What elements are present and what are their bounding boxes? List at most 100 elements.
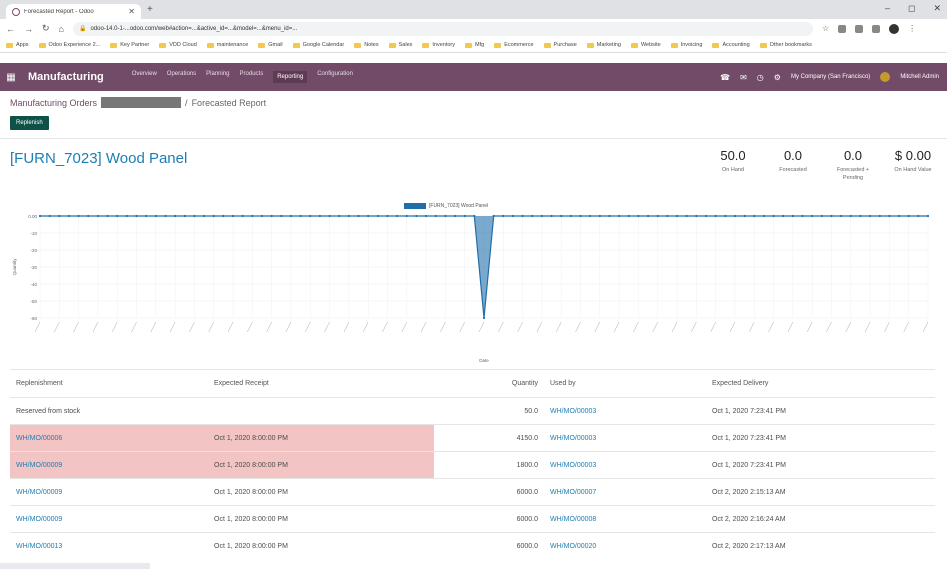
back-icon[interactable]: ←	[6, 24, 15, 34]
bookmark-label: Key Partner	[120, 42, 150, 48]
kpi-item[interactable]: 0.0 Forecasted + Pending	[831, 148, 875, 182]
menu-item-configuration[interactable]: Configuration	[317, 71, 353, 83]
kpi-item[interactable]: 0.0 Forecasted	[771, 148, 815, 182]
cell-used-by[interactable]: WH/MO/00007	[544, 478, 706, 506]
bookmark-item[interactable]: Odoo Experience 2...	[38, 42, 100, 48]
cell-used-by[interactable]: WH/MO/00008	[544, 505, 706, 533]
cell-replenishment[interactable]: WH/MO/00009	[10, 478, 208, 506]
chat-icon[interactable]: ✉	[740, 73, 747, 82]
close-window-icon[interactable]: ✕	[933, 3, 941, 14]
cell-used-by[interactable]: WH/MO/00003	[544, 424, 706, 452]
bookmark-item[interactable]: Purchase	[543, 42, 577, 48]
x-tick-label	[169, 321, 176, 333]
breadcrumb-redacted-item[interactable]	[101, 97, 182, 108]
debug-icon[interactable]: ⚙	[774, 73, 781, 82]
forward-icon[interactable]: →	[24, 24, 33, 34]
replenish-button[interactable]: Replenish	[10, 116, 49, 130]
bookmark-item[interactable]: Notes	[354, 42, 379, 48]
new-tab-icon[interactable]: +	[147, 4, 153, 15]
bookmark-item[interactable]: Key Partner	[110, 42, 149, 48]
cell-used-by[interactable]: WH/MO/00020	[544, 532, 706, 560]
extension-icon[interactable]	[838, 24, 847, 33]
bookmark-item[interactable]: maintenance	[206, 42, 248, 48]
cell-replenishment[interactable]: WH/MO/00009	[10, 451, 208, 479]
cell-used-by[interactable]: WH/MO/00003	[544, 397, 706, 425]
cell-expected-delivery: Oct 2, 2020 2:17:13 AM	[706, 532, 935, 560]
user-avatar	[880, 72, 891, 82]
cell-used-by[interactable]: WH/MO/00003	[544, 451, 706, 479]
table-row[interactable]: WH/MO/00009 Oct 1, 2020 8:00:00 PM 6000.0 W…	[10, 505, 935, 533]
table-row[interactable]: WH/MO/00006 Oct 1, 2020 8:00:00 PM 4150.0 W…	[10, 424, 935, 452]
menu-item-overview[interactable]: Overview	[132, 71, 157, 83]
data-point	[888, 214, 891, 218]
bookmark-item[interactable]: Marketing	[586, 42, 621, 48]
folder-icon	[388, 42, 396, 48]
data-point	[704, 214, 708, 218]
cell-quantity: 4150.0	[434, 424, 544, 452]
bookmarks-bar: Apps Odoo Experience 2... Key Partner VDD C…	[0, 38, 947, 53]
profile-avatar[interactable]	[889, 23, 900, 34]
bookmark-label: Purchase	[553, 42, 577, 48]
company-switcher[interactable]: My Company (San Francisco)	[791, 74, 870, 80]
bookmark-item[interactable]: Website	[630, 42, 661, 48]
home-icon[interactable]: ⌂	[59, 24, 64, 34]
bookmark-label: Accounting	[722, 42, 750, 48]
extension-icon[interactable]	[855, 24, 864, 33]
extension-icon[interactable]	[872, 24, 881, 33]
bookmark-item[interactable]: Sales	[388, 42, 412, 48]
close-tab-icon[interactable]: ✕	[128, 7, 135, 16]
kpi-item[interactable]: $ 0.00 On Hand Value	[891, 148, 935, 182]
bookmark-item[interactable]: Gmail	[258, 42, 283, 48]
chart-legend[interactable]: [FURN_7023] Wood Panel	[404, 203, 488, 209]
table-row[interactable]: WH/MO/00009 Oct 1, 2020 8:00:00 PM 6000.0 W…	[10, 478, 935, 506]
product-title[interactable]: [FURN_7023] Wood Panel	[10, 150, 187, 167]
bookmark-item[interactable]: Google Calendar	[292, 42, 344, 48]
cell-replenishment[interactable]: WH/MO/00013	[10, 532, 208, 560]
table-row[interactable]: WH/MO/00013 Oct 1, 2020 8:00:00 PM 6000.0 W…	[10, 532, 935, 560]
star-icon[interactable]: ☆	[822, 24, 829, 33]
cell-replenishment[interactable]: WH/MO/00009	[10, 505, 208, 533]
minimize-icon[interactable]: –	[885, 3, 890, 14]
x-tick-label	[54, 321, 60, 333]
bookmark-item[interactable]: Ecommerce	[494, 42, 534, 48]
table-row[interactable]: Reserved from stock 50.0 WH/MO/00003 Oct 1,…	[10, 397, 935, 425]
bookmark-item[interactable]: Other bookmarks	[759, 42, 812, 48]
apps-menu-icon[interactable]: ▦	[0, 63, 22, 91]
menu-item-operations[interactable]: Operations	[167, 71, 196, 83]
activity-icon[interactable]: ◷	[757, 73, 764, 82]
menu-kebab-icon[interactable]: ⋮	[908, 24, 916, 33]
data-point	[67, 214, 71, 218]
bookmark-item[interactable]: VDD Cloud	[159, 42, 197, 48]
kpi-item[interactable]: 50.0 On Hand	[711, 148, 755, 182]
bookmark-item[interactable]: Inventory	[422, 42, 455, 48]
data-point	[434, 214, 437, 218]
menu-item-planning[interactable]: Planning	[206, 71, 229, 83]
browser-tab[interactable]: Forecasted Report - Odoo ✕	[6, 4, 141, 19]
reload-icon[interactable]: ↻	[42, 23, 50, 34]
cell-replenishment[interactable]: WH/MO/00006	[10, 424, 208, 452]
x-tick-label	[749, 321, 755, 333]
user-menu[interactable]: Mitchell Admin	[900, 74, 939, 80]
data-point	[405, 214, 408, 218]
x-tick-label	[189, 321, 195, 333]
table-row[interactable]: WH/MO/00009 Oct 1, 2020 8:00:00 PM 1800.0 W…	[10, 451, 935, 479]
menu-item-products[interactable]: Products	[240, 71, 264, 83]
bookmark-item[interactable]: Accounting	[712, 42, 750, 48]
x-tick-label	[594, 321, 601, 333]
folder-icon	[422, 42, 430, 48]
cell-quantity: 50.0	[434, 397, 544, 425]
phone-icon[interactable]: ☎	[720, 73, 730, 82]
menu-item-reporting[interactable]: Reporting	[273, 71, 308, 83]
address-bar[interactable]: 🔒 odoo-14.0-1-...odoo.com/web#action=...…	[72, 21, 813, 36]
data-point	[202, 214, 206, 218]
folder-icon	[759, 42, 767, 48]
data-point	[212, 214, 215, 218]
odoo-favicon-icon	[12, 7, 20, 16]
maximize-icon[interactable]: ◻	[908, 3, 915, 14]
bookmark-item[interactable]: Apps	[6, 42, 29, 48]
app-name[interactable]: Manufacturing	[28, 71, 104, 83]
data-point	[791, 214, 794, 218]
bookmark-item[interactable]: Mfg	[465, 42, 484, 48]
bookmark-item[interactable]: Invoicing	[670, 42, 702, 48]
breadcrumb-root[interactable]: Manufacturing Orders	[10, 98, 97, 108]
